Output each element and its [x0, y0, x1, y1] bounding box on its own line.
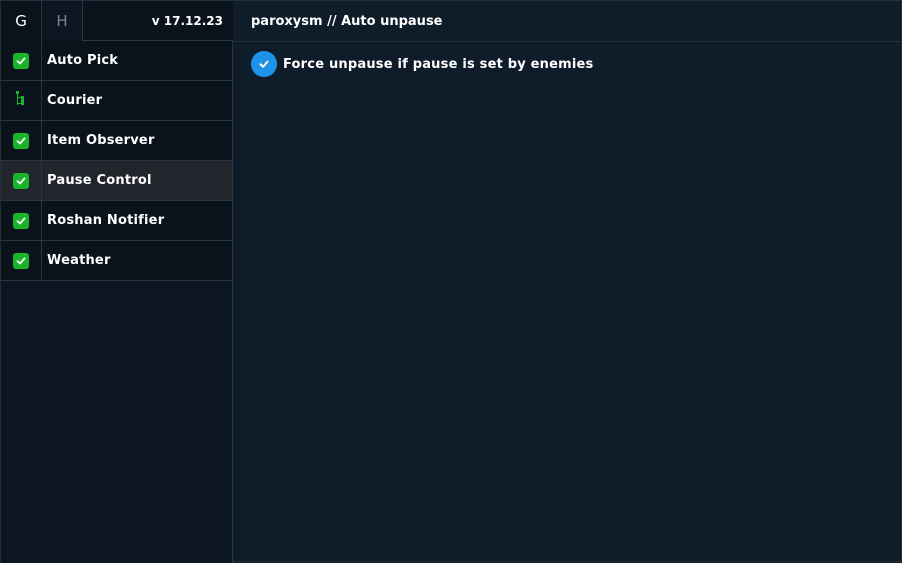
- check-icon[interactable]: [13, 52, 29, 69]
- check-icon[interactable]: [13, 252, 29, 269]
- item-icon-cell: [1, 161, 42, 200]
- sidebar: G H v 17.12.23 Auto Pick Courier Item Ob…: [1, 1, 233, 563]
- option-force-unpause[interactable]: Force unpause if pause is set by enemies: [251, 51, 594, 77]
- sidebar-item-auto-pick[interactable]: Auto Pick: [1, 41, 232, 81]
- sidebar-item-pause-control[interactable]: Pause Control: [1, 161, 232, 201]
- item-icon-cell: [1, 81, 42, 120]
- item-icon-cell: [1, 201, 42, 240]
- app-window: G H v 17.12.23 Auto Pick Courier Item Ob…: [0, 0, 902, 563]
- option-label: Force unpause if pause is set by enemies: [283, 56, 594, 72]
- sidebar-items: Auto Pick Courier Item Observer Pause Co…: [1, 41, 232, 281]
- checkbox-check-icon[interactable]: [251, 51, 277, 77]
- check-icon[interactable]: [13, 172, 29, 189]
- check-icon[interactable]: [13, 212, 29, 229]
- sidebar-item-label: Auto Pick: [47, 53, 119, 68]
- item-icon-cell: [1, 121, 42, 160]
- item-icon-cell: [1, 41, 42, 80]
- sidebar-item-item-observer[interactable]: Item Observer: [1, 121, 232, 161]
- sidebar-item-label: Weather: [47, 253, 111, 268]
- main-panel: paroxysm // Auto unpause Force unpause i…: [233, 1, 902, 563]
- item-icon-cell: [1, 241, 42, 280]
- version-label: v 17.12.23: [83, 1, 233, 40]
- sidebar-item-label: Pause Control: [47, 173, 152, 188]
- page-title: paroxysm // Auto unpause: [233, 1, 902, 42]
- tab-g[interactable]: G: [1, 1, 42, 41]
- check-icon[interactable]: [13, 132, 29, 149]
- sidebar-item-label: Roshan Notifier: [47, 213, 165, 228]
- sidebar-item-label: Item Observer: [47, 133, 155, 148]
- sidebar-item-courier[interactable]: Courier: [1, 81, 232, 121]
- sidebar-topbar: G H v 17.12.23: [1, 1, 233, 41]
- sidebar-item-weather[interactable]: Weather: [1, 241, 232, 281]
- sidebar-item-roshan-notifier[interactable]: Roshan Notifier: [1, 201, 232, 241]
- tab-h[interactable]: H: [42, 1, 83, 41]
- sidebar-item-label: Courier: [47, 93, 103, 108]
- tree-icon: [15, 90, 27, 112]
